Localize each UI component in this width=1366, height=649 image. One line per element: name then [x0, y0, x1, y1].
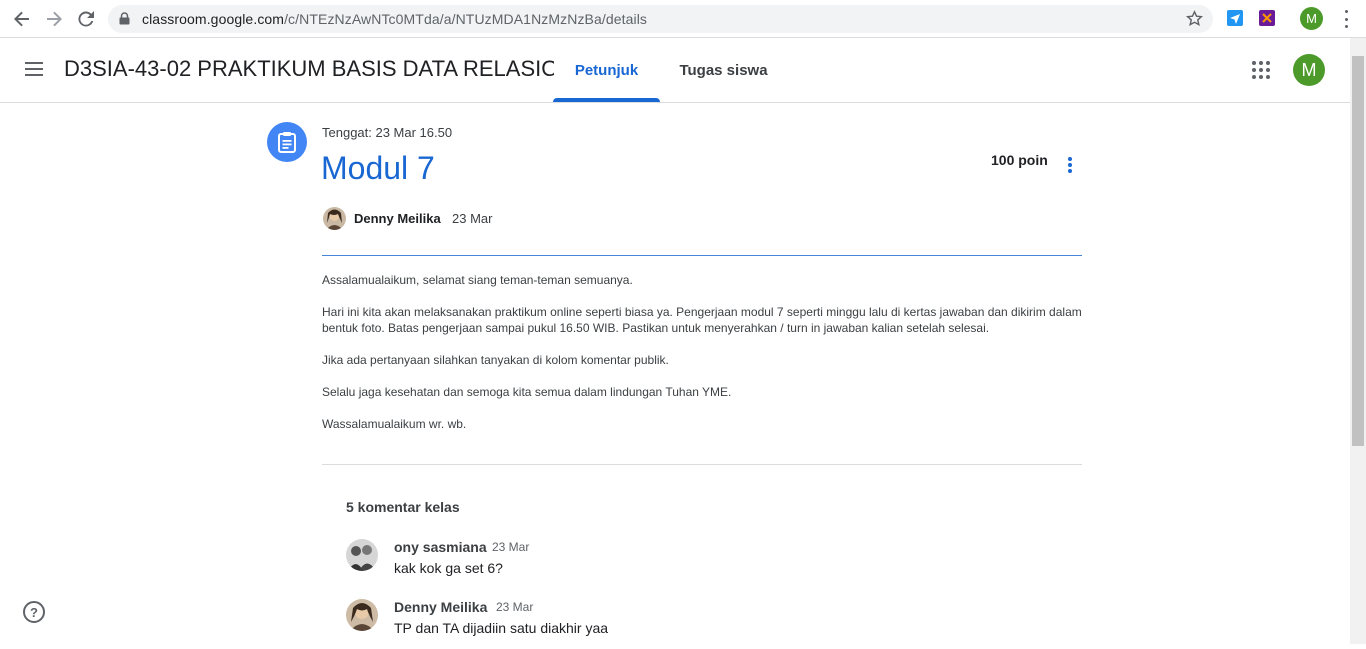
author-name: Denny Meilika [354, 211, 441, 226]
url-host: classroom.google.com [142, 11, 285, 27]
comment-date: 23 Mar [492, 540, 530, 554]
forward-icon[interactable] [42, 7, 66, 31]
tab-tugas-siswa[interactable]: Tugas siswa [670, 38, 777, 102]
extension-send-icon[interactable] [1227, 10, 1243, 26]
posted-date: 23 Mar [452, 211, 493, 226]
reload-icon[interactable] [74, 7, 98, 31]
class-comments-heading[interactable]: 5 komentar kelas [346, 499, 460, 515]
assignment-instructions: Assalamualaikum, selamat siang teman-tem… [322, 272, 1082, 448]
comment-item: Denny Meilika 23 Mar TP dan TA dijadiin … [346, 599, 1046, 649]
lock-icon [119, 12, 130, 30]
instructions-paragraph: Assalamualaikum, selamat siang teman-tem… [322, 273, 633, 287]
scrollbar-thumb[interactable] [1352, 56, 1364, 446]
divider [322, 255, 1082, 256]
due-date: Tenggat: 23 Mar 16.50 [322, 125, 453, 140]
browser-toolbar: classroom.google.com/c/NTEzNzAwNTc0MTda/… [0, 0, 1366, 38]
points-label: 100 poin [991, 152, 1048, 168]
main-menu-icon[interactable] [24, 60, 44, 78]
comment-item: ony sasmiana 23 Mar kak kok ga set 6? [346, 539, 1046, 589]
commenter-avatar [346, 599, 378, 631]
author-avatar [323, 207, 346, 230]
classroom-header: D3SIA-43-02 PRAKTIKUM BASIS DATA RELASIO… [0, 38, 1350, 103]
instructions-paragraph: Wassalamualaikum wr. wb. [322, 417, 467, 431]
account-avatar[interactable]: M [1293, 54, 1325, 86]
assignment-title: Modul 7 [321, 150, 435, 186]
extension-icon[interactable] [1259, 10, 1275, 26]
help-icon[interactable]: ? [23, 601, 45, 623]
comment-text: TP dan TA dijadiin satu diakhir yaa [394, 620, 609, 636]
browser-menu-icon[interactable] [1338, 10, 1354, 28]
divider [322, 464, 1082, 465]
url-path: /c/NTEzNzAwNTc0MTda/a/NTUzMDA1NzMzNzBa/d… [284, 11, 648, 27]
instructions-paragraph: Hari ini kita akan melaksanakan praktiku… [322, 305, 1082, 335]
google-apps-icon[interactable] [1252, 61, 1270, 79]
commenter-avatar [346, 539, 378, 571]
comment-text: kak kok ga set 6? [394, 560, 503, 576]
commenter-name: ony sasmiana [394, 539, 487, 555]
class-title[interactable]: D3SIA-43-02 PRAKTIKUM BASIS DATA RELASIO… [64, 56, 554, 82]
instructions-paragraph: Jika ada pertanyaan silahkan tanyakan di… [322, 353, 669, 367]
comment-date: 23 Mar [496, 600, 534, 614]
assignment-icon [267, 122, 307, 162]
instructions-paragraph: Selalu jaga kesehatan dan semoga kita se… [322, 385, 732, 399]
bookmark-star-icon[interactable] [1185, 10, 1204, 32]
tab-petunjuk[interactable]: Petunjuk [553, 38, 660, 102]
more-options-icon[interactable] [1060, 154, 1080, 176]
browser-profile-avatar[interactable]: M [1300, 7, 1323, 30]
back-icon[interactable] [10, 7, 34, 31]
commenter-name: Denny Meilika [394, 599, 488, 615]
address-bar[interactable]: classroom.google.com/c/NTEzNzAwNTc0MTda/… [108, 5, 1213, 33]
